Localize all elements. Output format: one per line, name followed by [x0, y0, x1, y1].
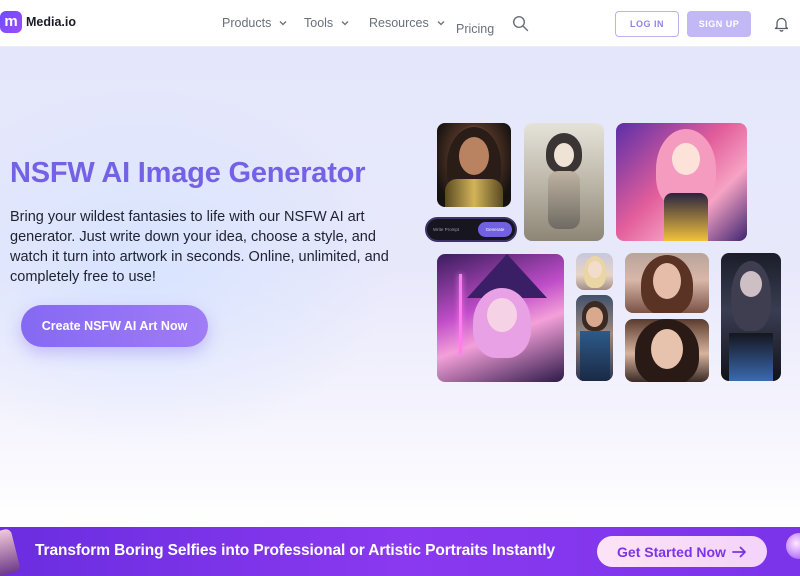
logo-mark: m [0, 11, 22, 33]
sample-image-brunette-portrait [625, 319, 709, 382]
decorative-orb [786, 533, 800, 559]
chevron-down-icon [437, 21, 445, 26]
prompt-input-mockup: Write Prompt Generate [425, 217, 517, 242]
sample-image-blonde-thumb [576, 253, 613, 290]
sample-image-dark-fantasy [721, 253, 781, 381]
sample-image-realistic-portrait [625, 253, 709, 313]
nav-products[interactable]: Products [222, 16, 288, 30]
nav-tools-label: Tools [304, 16, 334, 30]
hero-description: Bring your wildest fantasies to life wit… [10, 209, 389, 285]
sample-image-game-character [576, 295, 613, 381]
prompt-placeholder: Write Prompt [433, 227, 460, 232]
nav-tools[interactable]: Tools [304, 16, 350, 30]
nav-pricing-label: Pricing [456, 22, 495, 36]
hero-section: NSFW AI Image Generator Bring your wilde… [0, 47, 800, 527]
create-art-button[interactable]: Create NSFW AI Art Now [21, 305, 208, 347]
get-started-button[interactable]: Get Started Now [597, 536, 767, 567]
bell-icon[interactable] [774, 16, 789, 32]
signup-button[interactable]: SIGN UP [687, 11, 751, 37]
get-started-label: Get Started Now [617, 543, 726, 560]
media-io-logo[interactable]: m Media.io [0, 11, 76, 33]
banner-text: Transform Boring Selfies into Profession… [35, 542, 555, 559]
sample-image-witch [437, 254, 564, 382]
chevron-down-icon [341, 21, 349, 26]
phone-illustration [0, 528, 21, 576]
nav-pricing[interactable]: Pricing [456, 22, 494, 36]
page-title: NSFW AI Image Generator [10, 157, 366, 189]
prompt-generate-button: Generate [478, 222, 512, 237]
top-navigation-bar: m Media.io Products Tools Resources Pric… [0, 0, 800, 47]
nav-resources-label: Resources [369, 16, 429, 30]
login-button[interactable]: LOG IN [615, 11, 679, 37]
nav-products-label: Products [222, 16, 272, 30]
sample-image-portrait-gold [437, 123, 511, 207]
arrow-right-icon [732, 546, 746, 557]
promo-banner[interactable]: Transform Boring Selfies into Profession… [0, 527, 800, 576]
logo-text: Media.io [26, 15, 77, 29]
sample-image-anime-pink-hair [616, 123, 747, 241]
nav-resources[interactable]: Resources [369, 16, 446, 30]
sample-image-anime-sketch [524, 123, 604, 241]
chevron-down-icon [279, 21, 287, 26]
search-icon[interactable] [512, 15, 529, 32]
